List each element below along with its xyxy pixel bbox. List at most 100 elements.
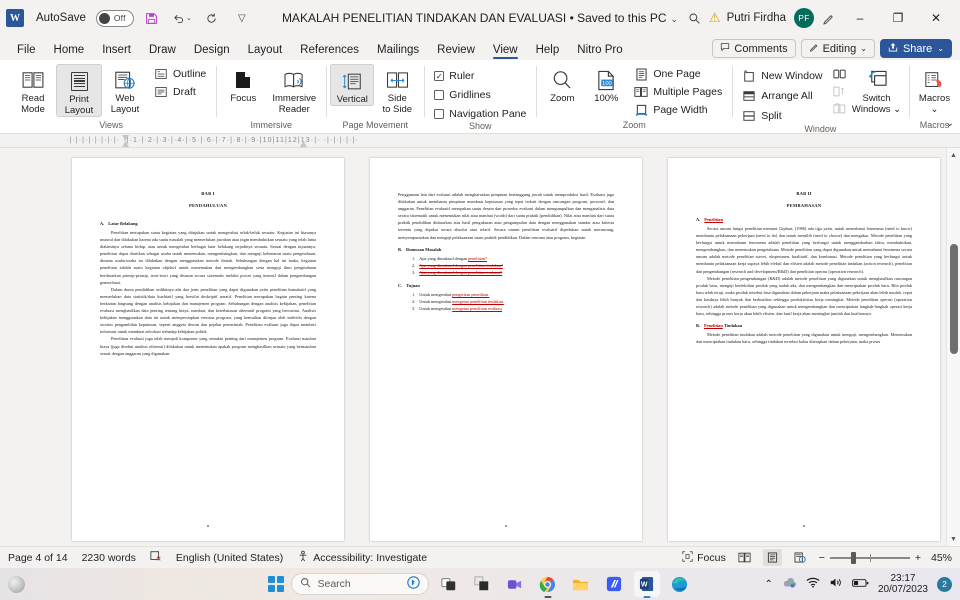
document-page-1[interactable]: BAB I PENDAHULUAN A. Latar Belakang Pene… — [72, 158, 344, 541]
vertical-button[interactable]: Vertical — [330, 64, 375, 106]
immersive-reader-button[interactable]: Immersive Reader — [266, 64, 322, 115]
title-chevron-down-icon[interactable]: ⌄ — [671, 14, 679, 24]
volume-icon[interactable] — [829, 577, 843, 591]
scrollbar-thumb[interactable] — [950, 244, 958, 354]
windows-start-icon[interactable] — [267, 576, 284, 592]
split-button[interactable]: Split — [740, 108, 826, 124]
page-indicator[interactable]: Page 4 of 14 — [8, 552, 68, 564]
clock[interactable]: 23:17 20/07/2023 — [878, 573, 928, 595]
print-layout-button[interactable]: Print Layout — [56, 64, 102, 117]
focus-button[interactable]: Focus — [220, 64, 266, 104]
google-meet-icon[interactable] — [502, 571, 528, 597]
notification-badge[interactable]: 2 — [937, 576, 952, 592]
zoom-slider-handle[interactable] — [850, 551, 856, 564]
tab-nitro-pro[interactable]: Nitro Pro — [568, 41, 631, 60]
vertical-scrollbar[interactable]: ▲ ▼ — [946, 148, 960, 546]
tab-help[interactable]: Help — [527, 41, 569, 60]
accessibility-status[interactable]: Accessibility: Investigate — [297, 550, 427, 565]
side-to-side-button[interactable]: Side to Side — [374, 64, 420, 115]
scroll-up-arrow-icon[interactable]: ▲ — [947, 148, 960, 162]
zoom-percentage[interactable]: 45% — [926, 552, 952, 564]
redo-icon[interactable] — [200, 6, 224, 30]
nitro-pro-icon[interactable] — [601, 571, 627, 597]
battery-icon[interactable] — [852, 578, 869, 591]
google-chrome-icon[interactable] — [535, 571, 561, 598]
file-explorer-icon[interactable] — [568, 571, 594, 597]
close-button[interactable]: ✕ — [918, 3, 954, 33]
tab-layout[interactable]: Layout — [239, 41, 292, 60]
scroll-down-arrow-icon[interactable]: ▼ — [947, 532, 960, 546]
tab-mailings[interactable]: Mailings — [368, 41, 428, 60]
editing-chevron-down-icon: ⌄ — [860, 44, 867, 53]
avatar[interactable]: PF — [794, 8, 814, 28]
one-page-button[interactable]: One Page — [632, 66, 726, 82]
zoom-out-button[interactable]: − — [819, 552, 825, 564]
tab-insert[interactable]: Insert — [93, 41, 140, 60]
bing-chat-icon[interactable] — [406, 576, 420, 592]
view-side-by-side-icon[interactable] — [833, 67, 847, 81]
navigation-pane-checkbox-item[interactable]: Navigation Pane — [432, 107, 530, 121]
word-count[interactable]: 2230 words — [82, 552, 136, 564]
tab-draw[interactable]: Draw — [140, 41, 185, 60]
multiple-pages-button[interactable]: Multiple Pages — [632, 84, 726, 100]
arrange-all-button[interactable]: Arrange All — [740, 88, 826, 104]
language-indicator[interactable]: English (United States) — [176, 552, 283, 564]
page-width-button[interactable]: Page Width — [632, 102, 726, 118]
onedrive-icon[interactable] — [782, 577, 797, 591]
comments-button[interactable]: Comments — [712, 39, 796, 58]
document-page-3[interactable]: BAB II PEMBAHASAN A. Penelitian Secara u… — [668, 158, 940, 541]
ink-pen-icon[interactable] — [816, 6, 840, 30]
autosave-toggle-knob — [98, 12, 110, 24]
print-layout-view-button[interactable] — [762, 549, 782, 566]
tab-references[interactable]: References — [291, 41, 368, 60]
task-view-icon[interactable] — [436, 571, 462, 597]
proofing-errors-icon[interactable] — [150, 550, 162, 565]
tab-design[interactable]: Design — [185, 41, 239, 60]
web-layout-button[interactable]: Web Layout — [102, 64, 148, 115]
tab-home[interactable]: Home — [45, 41, 94, 60]
draft-button[interactable]: Draft — [152, 84, 210, 100]
search-input[interactable]: Search — [290, 573, 429, 595]
read-mode-button[interactable]: Read Mode — [10, 64, 56, 115]
document-canvas[interactable]: BAB I PENDAHULUAN A. Latar Belakang Pene… — [0, 148, 960, 546]
read-mode-label-2: Mode — [21, 104, 45, 115]
zoom-in-button[interactable]: + — [915, 552, 921, 564]
web-layout-view-button[interactable] — [791, 549, 810, 566]
zoom-slider-control[interactable]: − + 45% — [819, 551, 952, 564]
tray-chevron-up-icon[interactable]: ⌃ — [765, 579, 773, 590]
switch-windows-button[interactable]: Switch Windows ⌄ — [849, 64, 905, 115]
share-button[interactable]: Share ⌄ — [879, 39, 952, 58]
save-icon[interactable] — [140, 6, 164, 30]
tab-view[interactable]: View — [484, 41, 527, 60]
microsoft-edge-icon[interactable] — [667, 571, 693, 597]
tab-file[interactable]: File — [8, 41, 45, 60]
wifi-icon[interactable] — [806, 577, 820, 591]
search-placeholder: Search — [317, 578, 351, 590]
synchronous-scrolling-icon[interactable] — [833, 84, 847, 98]
horizontal-ruler[interactable]: ·|·|·|·|·|·|·|·|· ·|·1·|·2·|·3·|·4·|·5·|… — [0, 134, 960, 148]
zoom-100-button[interactable]: 100 100% — [584, 64, 628, 104]
read-mode-view-button[interactable] — [735, 549, 754, 566]
editing-button[interactable]: Editing ⌄ — [800, 39, 875, 58]
tab-review[interactable]: Review — [428, 41, 484, 60]
search-icon[interactable] — [683, 6, 707, 30]
outline-button[interactable]: Outline — [152, 66, 210, 82]
macros-button[interactable]: Macros ⌄ — [913, 64, 957, 115]
zoom-slider[interactable] — [829, 551, 910, 564]
restore-button[interactable]: ❐ — [880, 3, 916, 33]
reset-window-position-icon[interactable] — [833, 101, 847, 115]
focus-mode-button[interactable]: Focus — [682, 550, 726, 565]
stack-app-icon[interactable] — [469, 571, 495, 597]
undo-icon[interactable]: ⌄ — [170, 6, 194, 30]
customize-quick-access-icon[interactable]: ▽ — [230, 6, 254, 30]
document-page-2[interactable]: Penggunaan lain dari evaluasi adalah men… — [370, 158, 642, 541]
autosave-toggle[interactable]: Off — [95, 9, 134, 27]
weather-widget[interactable] — [8, 575, 25, 593]
microsoft-word-icon[interactable]: W — [633, 571, 660, 598]
new-window-button[interactable]: New Window — [740, 68, 826, 84]
ruler-checkbox-item[interactable]: ✓ Ruler — [432, 69, 530, 83]
zoom-button[interactable]: Zoom — [540, 64, 584, 104]
gridlines-checkbox-item[interactable]: Gridlines — [432, 88, 530, 102]
minimize-button[interactable]: – — [842, 3, 878, 33]
collapse-ribbon-chevron-icon[interactable]: ⌄ — [946, 118, 954, 129]
